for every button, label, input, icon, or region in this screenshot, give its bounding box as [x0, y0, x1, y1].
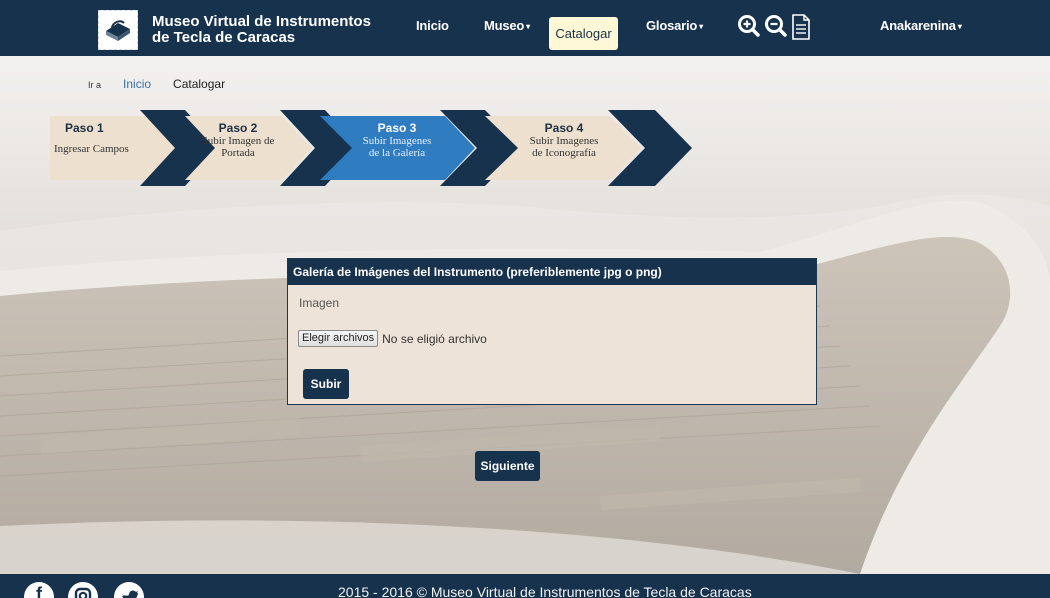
step-1-label: Ingresar Campos — [54, 143, 129, 155]
step-2-label-line1: Subir Imagen de — [201, 135, 275, 147]
gallery-upload-panel: Galería de Imágenes del Instrumento (pre… — [287, 258, 817, 405]
breadcrumb-home-link[interactable]: Inicio — [123, 77, 151, 91]
wizard-steps: Paso 1 Ingresar Campos Paso 2 Subir Imag… — [0, 110, 1050, 190]
breadcrumb: Ir a Inicio Catalogar — [88, 77, 225, 91]
chevron-down-icon: ▾ — [957, 22, 962, 31]
nav-catalogar-label: Catalogar — [555, 26, 612, 41]
site-title-line1: Museo Virtual de Instrumentos — [152, 13, 371, 30]
museum-logo-icon[interactable] — [98, 10, 138, 50]
accessibility-tools — [737, 13, 811, 41]
step-4-label-line1: Subir Imagenes — [529, 135, 599, 147]
zoom-out-icon[interactable] — [764, 13, 788, 39]
step-3[interactable]: Paso 3 Subir Imagenes de la Galería — [357, 122, 437, 159]
site-title-line2: de Tecla de Caracas — [152, 29, 296, 46]
file-input[interactable]: Elegir archivos No se eligió archivo — [298, 330, 487, 347]
user-name: Anakarenina — [880, 18, 956, 33]
twitter-icon[interactable] — [114, 582, 144, 598]
site-title[interactable]: Museo Virtual de Instrumentos de Tecla d… — [152, 14, 371, 46]
nav-inicio-label: Inicio — [416, 18, 449, 33]
next-button[interactable]: Siguiente — [475, 451, 540, 481]
nav-inicio[interactable]: Inicio — [416, 18, 449, 33]
step-3-label-line1: Subir Imagenes — [362, 135, 432, 147]
step-1-number: Paso 1 — [65, 121, 104, 135]
brand[interactable]: Museo Virtual de Instrumentos de Tecla d… — [98, 10, 371, 50]
step-3-number: Paso 3 — [377, 121, 417, 135]
nav-glosario-label: Glosario — [646, 18, 698, 33]
nav-museo-label: Museo — [484, 18, 525, 33]
file-status-text: No se eligió archivo — [382, 331, 487, 346]
image-label: Imagen — [299, 296, 340, 310]
upload-button[interactable]: Subir — [303, 369, 349, 399]
nav-museo-dropdown[interactable]: Museo ▾ — [484, 18, 530, 33]
user-menu-dropdown[interactable]: Anakarenina ▾ — [880, 18, 962, 33]
instagram-icon[interactable] — [68, 582, 98, 598]
facebook-icon[interactable]: f — [24, 582, 54, 598]
nav-glosario-dropdown[interactable]: Glosario ▾ — [646, 18, 703, 33]
step-4[interactable]: Paso 4 Subir Imagenes de Iconografía — [524, 122, 604, 159]
step-4-label-line2: de Iconografía — [532, 147, 596, 159]
top-navbar: Museo Virtual de Instrumentos de Tecla d… — [0, 0, 1050, 56]
footer-copyright: 2015 - 2016 © Museo Virtual de Instrumen… — [338, 584, 752, 598]
step-1[interactable]: Paso 1 Ingresar Campos — [52, 122, 152, 155]
zoom-in-icon[interactable] — [737, 13, 761, 39]
breadcrumb-current: Catalogar — [173, 77, 226, 91]
chevron-down-icon: ▾ — [699, 22, 703, 31]
step-2-label-line2: Portada — [221, 147, 255, 159]
document-icon[interactable] — [791, 13, 811, 41]
choose-files-button[interactable]: Elegir archivos — [298, 330, 379, 347]
breadcrumb-prefix: Ir a — [88, 80, 102, 90]
step-4-number: Paso 4 — [544, 121, 584, 135]
step-2-number: Paso 2 — [218, 121, 258, 135]
footer: f 2015 - 2016 © Museo Virtual de Instrum… — [0, 574, 1050, 598]
chevron-down-icon: ▾ — [526, 22, 530, 31]
nav-catalogar[interactable]: Catalogar — [549, 17, 618, 50]
panel-heading: Galería de Imágenes del Instrumento (pre… — [288, 259, 816, 285]
step-2[interactable]: Paso 2 Subir Imagen de Portada — [200, 122, 276, 159]
step-3-label-line2: de la Galería — [368, 147, 426, 159]
